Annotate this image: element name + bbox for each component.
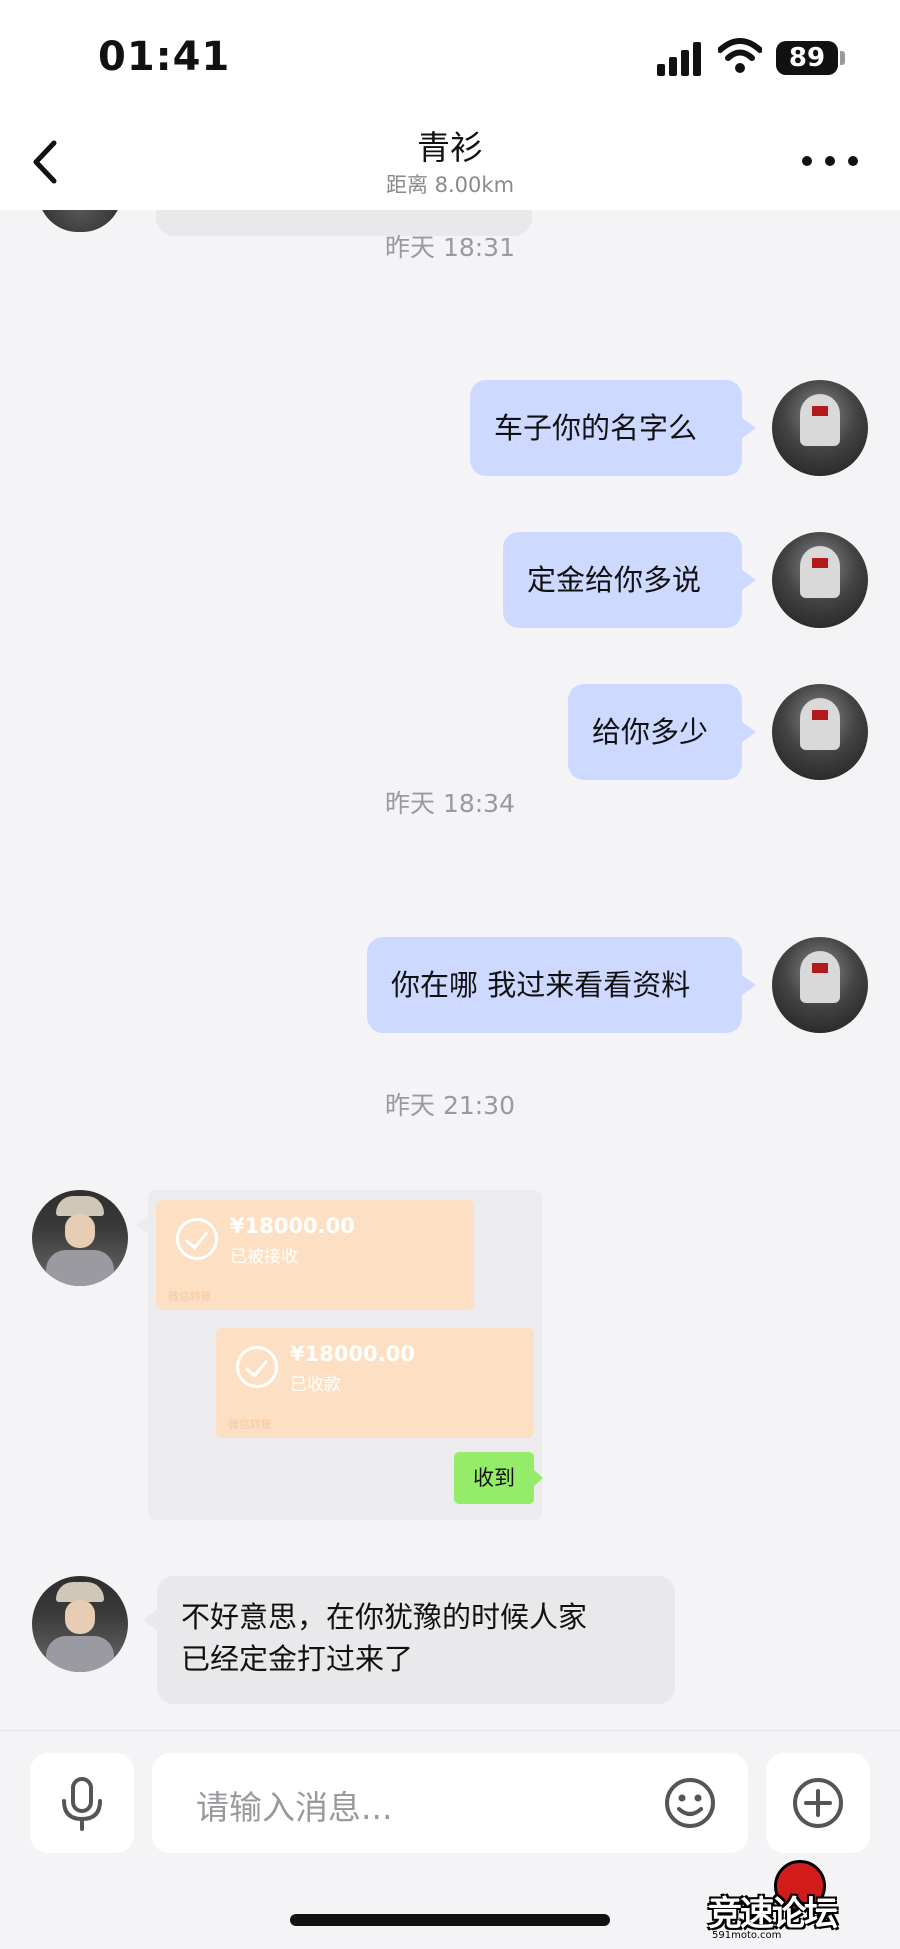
avatar[interactable] — [772, 937, 868, 1033]
avatar[interactable] — [772, 380, 868, 476]
signal-icon — [657, 42, 703, 76]
more-icon[interactable] — [800, 153, 860, 169]
plus-icon — [793, 1778, 843, 1828]
transfer-status: 已收款 — [290, 1375, 341, 1395]
message-bubble-outgoing[interactable]: 车子你的名字么 — [470, 380, 756, 476]
microphone-icon — [62, 1777, 102, 1831]
more-actions-button[interactable] — [766, 1753, 870, 1853]
home-indicator[interactable] — [290, 1914, 610, 1926]
timestamp: 昨天 18:31 — [385, 233, 515, 262]
message-input[interactable]: 请输入消息... — [152, 1753, 748, 1853]
voice-button[interactable] — [30, 1753, 134, 1853]
message-bubble-incoming[interactable]: 不好意思，在你犹豫的时候人家 已经定金打过来了 — [143, 1576, 675, 1704]
avatar[interactable] — [772, 684, 868, 780]
watermark-logo: 竞速论坛 591moto.com — [700, 1848, 895, 1943]
avatar[interactable] — [32, 1576, 128, 1672]
received-reply: 收到 — [454, 1452, 543, 1504]
avatar[interactable] — [32, 1190, 128, 1286]
status-time: 01:41 — [98, 34, 231, 80]
transfer-card: ¥18000.00 已被接收 微信转账 — [156, 1200, 474, 1310]
emoji-icon[interactable] — [664, 1777, 716, 1829]
chat-header: 青衫 距离 8.00km — [0, 115, 900, 210]
transfer-source: 微信转账 — [168, 1290, 212, 1303]
message-text: 不好意思，在你犹豫的时候人家 — [181, 1600, 588, 1634]
status-bar: 01:41 89 — [0, 0, 900, 115]
watermark-text: 竞速论坛 — [708, 1894, 838, 1934]
transfer-amount: ¥18000.00 — [290, 1342, 415, 1366]
watermark-url: 591moto.com — [712, 1930, 782, 1941]
wifi-icon — [718, 38, 762, 73]
transfer-status: 已被接收 — [230, 1247, 298, 1267]
message-input-placeholder: 请输入消息... — [196, 1788, 393, 1827]
battery-icon: 89 — [776, 41, 838, 75]
timestamp: 昨天 21:30 — [385, 1091, 515, 1120]
contact-name: 青衫 — [417, 128, 483, 167]
transfer-source: 微信转账 — [228, 1418, 272, 1431]
chat-messages[interactable]: 昨天 18:31 车子你的名字么 定金给你多说 给你多少 昨天 18:34 你在… — [0, 210, 900, 1730]
message-bubble-outgoing[interactable]: 你在哪 我过来看看资料 — [367, 937, 756, 1033]
contact-distance: 距离 8.00km — [385, 173, 515, 197]
check-icon — [176, 1218, 218, 1260]
avatar[interactable] — [772, 532, 868, 628]
image-message[interactable]: ¥18000.00 已被接收 微信转账 ¥18000.00 已收款 微信转账 收… — [136, 1190, 543, 1520]
timestamp: 昨天 18:34 — [385, 789, 515, 818]
message-bubble-outgoing[interactable]: 定金给你多说 — [503, 532, 756, 628]
check-icon — [236, 1346, 278, 1388]
message-text: 已经定金打过来了 — [181, 1642, 414, 1676]
message-bubble-outgoing[interactable]: 给你多少 — [568, 684, 756, 780]
battery-tip — [840, 51, 845, 65]
transfer-amount: ¥18000.00 — [230, 1214, 355, 1238]
transfer-card: ¥18000.00 已收款 微信转账 — [216, 1328, 534, 1438]
